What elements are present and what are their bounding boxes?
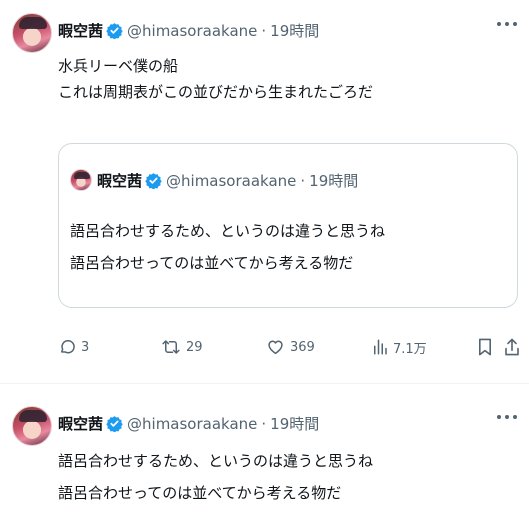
author-name[interactable]: 暇空茜 xyxy=(58,413,103,434)
quote-header: 暇空茜 @himasoraakane · 19時間 xyxy=(97,170,358,191)
separator-dot: · xyxy=(300,171,306,190)
tweet[interactable]: 暇空茜 @himasoraakane · 19時間 水兵リーベ僕の船 これは周期… xyxy=(0,0,529,383)
retweet-count: 29 xyxy=(186,339,203,355)
separator-dot: · xyxy=(261,414,267,433)
verified-icon xyxy=(106,415,123,432)
timestamp: 19時間 xyxy=(309,172,359,190)
more-icon[interactable] xyxy=(497,22,517,28)
author-name[interactable]: 暇空茜 xyxy=(58,20,103,41)
quote-text-line: 語呂合わせってのは並べてから考える物だ xyxy=(70,254,354,272)
quote-text: 語呂合わせするため、というのは違うと思うね 語呂合わせってのは並べてから考える物… xyxy=(70,215,385,279)
views-button[interactable]: 7.1万 xyxy=(372,333,427,361)
tweet-header: 暇空茜 @himasoraakane · 19時間 xyxy=(58,20,319,41)
separator-dot: · xyxy=(261,21,267,40)
retweet-icon xyxy=(161,338,181,356)
bookmark-icon xyxy=(477,337,493,357)
tweet-text-line: 語呂合わせってのは並べてから考える物だ xyxy=(58,484,342,502)
action-bar: 3 29 369 7.1万 xyxy=(58,333,520,361)
timestamp[interactable]: 19時間 xyxy=(270,413,319,434)
avatar[interactable] xyxy=(12,13,52,53)
like-count: 369 xyxy=(290,339,315,355)
quoted-tweet[interactable]: 暇空茜 @himasoraakane · 19時間 語呂合わせするため、というの… xyxy=(58,143,518,308)
tweet-text-line: 水兵リーベ僕の船 xyxy=(58,57,179,75)
views-icon xyxy=(372,338,388,356)
author-handle: @himasoraakane xyxy=(166,171,297,190)
author-name: 暇空茜 xyxy=(97,172,143,190)
quote-text-line: 語呂合わせするため、というのは違うと思うね xyxy=(70,222,386,240)
tweet-header: 暇空茜 @himasoraakane · 19時間 xyxy=(58,413,319,434)
like-button[interactable]: 369 xyxy=(266,333,315,361)
verified-icon xyxy=(145,172,162,189)
bookmark-button[interactable] xyxy=(477,333,493,361)
share-button[interactable] xyxy=(504,333,520,361)
author-handle[interactable]: @himasoraakane xyxy=(127,22,257,40)
tweet[interactable]: 暇空茜 @himasoraakane · 19時間 語呂合わせするため、というの… xyxy=(0,386,529,529)
reply-button[interactable]: 3 xyxy=(58,333,89,361)
more-icon[interactable] xyxy=(497,415,517,421)
avatar xyxy=(70,169,92,191)
verified-icon xyxy=(106,22,123,39)
tweet-text-line: 語呂合わせするため、というのは違うと思うね xyxy=(58,452,374,470)
reply-count: 3 xyxy=(81,339,90,355)
avatar[interactable] xyxy=(12,406,52,446)
tweet-text-line: これは周期表がこの並びだから生まれたごろだ xyxy=(58,83,374,101)
author-handle[interactable]: @himasoraakane xyxy=(127,415,257,433)
timestamp[interactable]: 19時間 xyxy=(270,20,319,41)
reply-icon xyxy=(58,338,76,356)
tweet-text: 語呂合わせするため、というのは違うと思うね 語呂合わせってのは並べてから考える物… xyxy=(58,445,373,509)
tweet-divider xyxy=(0,383,529,384)
like-icon xyxy=(266,338,285,356)
tweet-text: 水兵リーベ僕の船 これは周期表がこの並びだから生まれたごろだ xyxy=(58,53,373,105)
views-count: 7.1万 xyxy=(393,341,427,357)
share-icon xyxy=(504,337,520,357)
retweet-button[interactable]: 29 xyxy=(161,333,203,361)
